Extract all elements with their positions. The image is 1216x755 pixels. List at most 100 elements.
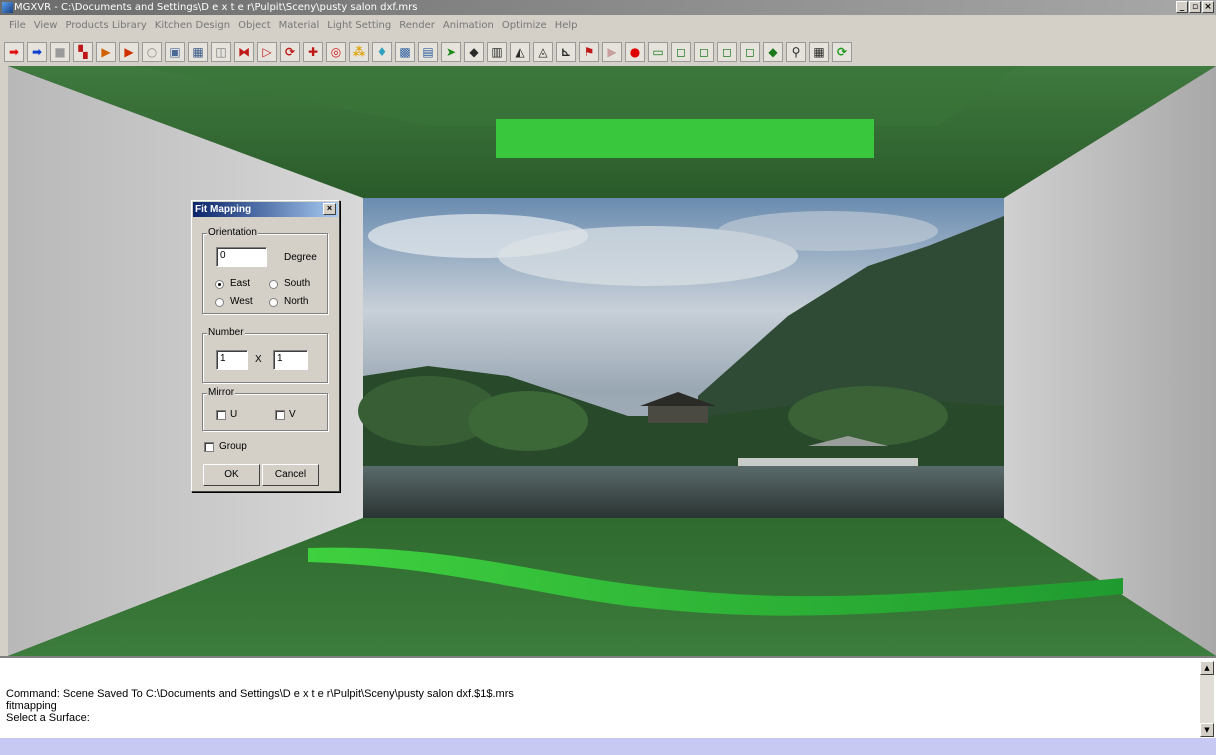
menu-help[interactable]: Help — [552, 15, 581, 37]
stair-icon[interactable]: ◭ — [510, 42, 530, 62]
solid-icon[interactable]: ◆ — [464, 42, 484, 62]
orientation-legend: Orientation — [207, 227, 258, 238]
scroll-up-icon[interactable]: ▲ — [1200, 661, 1214, 675]
view-iso-icon[interactable]: ◻ — [740, 42, 760, 62]
scroll-down-icon[interactable]: ▼ — [1200, 723, 1214, 737]
record-icon[interactable]: ● — [625, 42, 645, 62]
ok-button[interactable]: OK — [203, 464, 260, 486]
group-checkbox[interactable] — [204, 442, 214, 452]
frame-icon[interactable]: ◫ — [211, 42, 231, 62]
3d-viewport[interactable] — [8, 66, 1216, 656]
rotate-icon[interactable]: ⟳ — [280, 42, 300, 62]
window-title: MGXVR - C:\Documents and Settings\D e x … — [14, 2, 418, 13]
command-line: Command: Scene Saved To C:\Documents and… — [6, 688, 514, 700]
box-icon[interactable]: ▦ — [188, 42, 208, 62]
menu-render[interactable]: Render — [396, 15, 438, 37]
ceiling-light-strip — [496, 119, 874, 158]
minimize-button[interactable]: _ — [1176, 1, 1188, 13]
close-button[interactable]: × — [1202, 1, 1214, 13]
south-radio[interactable] — [269, 280, 278, 289]
camera-icon[interactable]: ▭ — [648, 42, 668, 62]
arrow-right-icon[interactable]: ➡ — [27, 42, 47, 62]
menu-view[interactable]: View — [31, 15, 61, 37]
cube-icon[interactable]: ▣ — [165, 42, 185, 62]
target-icon[interactable]: ◎ — [326, 42, 346, 62]
menu-optimize[interactable]: Optimize — [499, 15, 550, 37]
toolbar: ➡ ➡ ■ ▚ ▶ ▶ ○ ▣ ▦ ◫ ⧓ ▷ ⟳ ✚ ◎ ⁂ ♦ ▩ ▤ ➤ ◆ ▥ ◭ ◬ ⊾ ⚑ ▶ ● ▭ ◻ ◻ ◻ ◻ ◆ ⚲ ▦ ⟳ — [4, 40, 852, 64]
play-forward-icon[interactable]: ▶ — [96, 42, 116, 62]
command-area: Command: Scene Saved To C:\Documents and… — [0, 656, 1216, 738]
command-line: Select a Surface: — [6, 712, 90, 724]
mirror-v-checkbox[interactable] — [275, 410, 285, 420]
title-bar: MGXVR - C:\Documents and Settings\D e x … — [0, 0, 1216, 15]
play-icon[interactable]: ▶ — [602, 42, 622, 62]
mirror-group: Mirror U V — [202, 387, 328, 431]
orientation-group: Orientation 0 Degree East South West Nor… — [202, 227, 328, 314]
corner-icon[interactable]: ⊾ — [556, 42, 576, 62]
color-palette-icon[interactable]: ⁂ — [349, 42, 369, 62]
sphere-icon[interactable]: ○ — [142, 42, 162, 62]
west-label: West — [230, 296, 253, 307]
window-controls: _ ▫ × — [1176, 1, 1214, 13]
number-legend: Number — [207, 327, 245, 338]
grid-icon[interactable]: ▦ — [809, 42, 829, 62]
group-label: Group — [219, 441, 247, 452]
north-radio[interactable] — [269, 298, 278, 307]
east-label: East — [230, 278, 251, 289]
mirror-v-label: V — [289, 409, 296, 420]
menu-material[interactable]: Material — [276, 15, 323, 37]
mirror-icon[interactable]: ⧓ — [234, 42, 254, 62]
north-label: North — [284, 296, 309, 307]
zoom-icon[interactable]: ⚲ — [786, 42, 806, 62]
degree-label: Degree — [284, 252, 317, 263]
view-front-icon[interactable]: ◻ — [671, 42, 691, 62]
picture-icon[interactable]: ▩ — [395, 42, 415, 62]
pointer-icon[interactable]: ➤ — [441, 42, 461, 62]
export-icon[interactable]: ▤ — [418, 42, 438, 62]
mirror-u-checkbox[interactable] — [216, 410, 226, 420]
menu-kitchen-design[interactable]: Kitchen Design — [152, 15, 233, 37]
square-icon[interactable]: ■ — [50, 42, 70, 62]
landscape-picture — [358, 198, 1004, 518]
view-persp-icon[interactable]: ◆ — [763, 42, 783, 62]
view-top-icon[interactable]: ◻ — [694, 42, 714, 62]
command-line: fitmapping — [6, 700, 57, 712]
view-side-icon[interactable]: ◻ — [717, 42, 737, 62]
south-label: South — [284, 278, 311, 289]
room-render — [8, 66, 1216, 656]
status-bar — [0, 738, 1216, 755]
number-x-label: X — [255, 354, 262, 365]
menu-products-library[interactable]: Products Library — [62, 15, 149, 37]
command-log: Command: Scene Saved To C:\Documents and… — [6, 688, 514, 724]
app-icon — [2, 2, 13, 13]
menu-bar: File View Products Library Kitchen Desig… — [0, 15, 1216, 37]
number-u-input[interactable]: 1 — [216, 350, 248, 370]
light-icon[interactable]: ♦ — [372, 42, 392, 62]
scale-icon[interactable]: ▷ — [257, 42, 277, 62]
play-step-icon[interactable]: ▶ — [119, 42, 139, 62]
west-radio[interactable] — [215, 298, 224, 307]
menu-object[interactable]: Object — [235, 15, 274, 37]
refresh-icon[interactable]: ⟳ — [832, 42, 852, 62]
command-scrollbar[interactable]: ▲ ▼ — [1200, 661, 1214, 737]
paint-icon[interactable]: ▚ — [73, 42, 93, 62]
cancel-button[interactable]: Cancel — [262, 464, 319, 486]
dialog-title-bar[interactable]: Fit Mapping × — [193, 202, 338, 217]
triangle-icon[interactable]: ◬ — [533, 42, 553, 62]
mirror-legend: Mirror — [207, 387, 236, 398]
fit-mapping-dialog: Fit Mapping × Orientation 0 Degree East … — [191, 200, 340, 492]
move-icon[interactable]: ✚ — [303, 42, 323, 62]
menu-animation[interactable]: Animation — [440, 15, 497, 37]
menu-file[interactable]: File — [6, 15, 29, 37]
mirror-u-label: U — [230, 409, 238, 420]
maximize-button[interactable]: ▫ — [1189, 1, 1201, 13]
dialog-close-button[interactable]: × — [323, 203, 336, 215]
degree-input[interactable]: 0 — [216, 247, 267, 267]
number-group: Number 1 X 1 — [202, 327, 328, 383]
menu-light-setting[interactable]: Light Setting — [324, 15, 394, 37]
arrow-right-icon[interactable]: ➡ — [4, 42, 24, 62]
wall-icon[interactable]: ▥ — [487, 42, 507, 62]
east-radio[interactable] — [215, 280, 224, 289]
number-v-input[interactable]: 1 — [273, 350, 308, 370]
flag-icon[interactable]: ⚑ — [579, 42, 599, 62]
